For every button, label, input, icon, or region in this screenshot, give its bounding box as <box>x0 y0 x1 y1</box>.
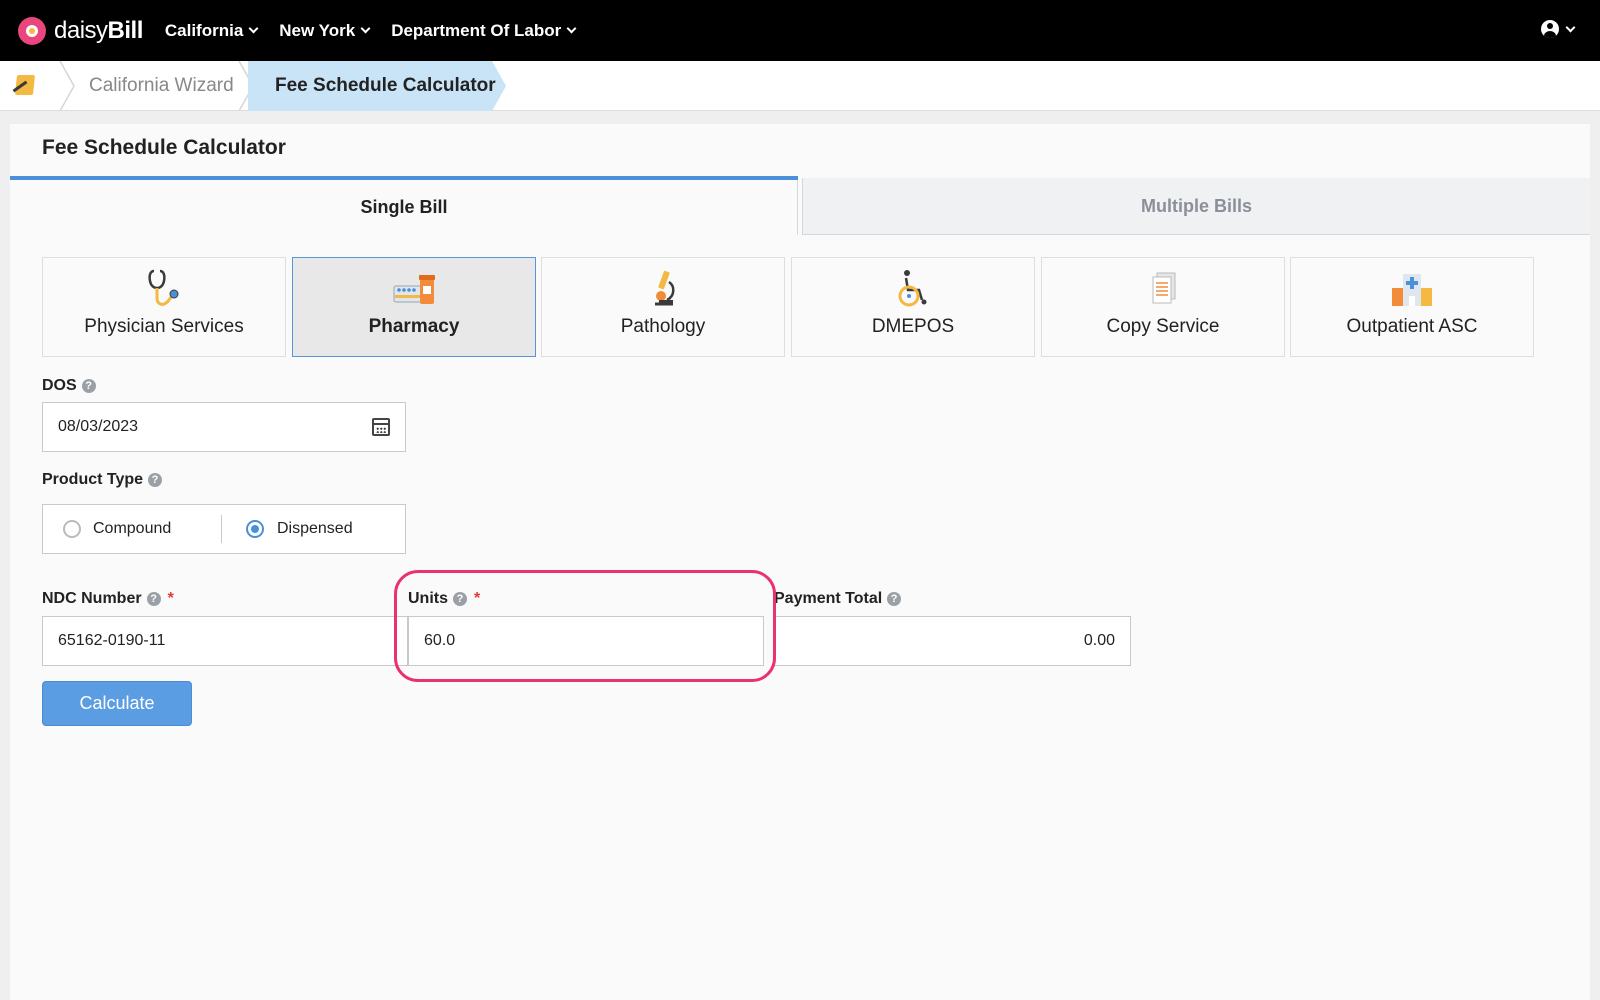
service-label: Physician Services <box>84 316 244 337</box>
tab-single-bill[interactable]: Single Bill <box>10 176 798 235</box>
service-copy-service[interactable]: Copy Service <box>1041 257 1285 357</box>
product-type-radio-group: Compound Dispensed <box>42 504 406 554</box>
service-dmepos[interactable]: DMEPOS <box>791 257 1035 357</box>
radio-divider <box>221 515 222 543</box>
top-navbar: daisyBill California New York Department… <box>0 0 1600 61</box>
units-label-text: Units <box>408 590 448 607</box>
page-title: Fee Schedule Calculator <box>42 136 286 159</box>
dos-label: DOS ? <box>42 377 96 395</box>
radio-compound[interactable] <box>63 520 81 538</box>
service-label: Pathology <box>620 316 706 337</box>
payment-total-value: 0.00 <box>1083 632 1115 649</box>
units-value: 60.0 <box>424 632 456 649</box>
help-icon[interactable]: ? <box>887 592 902 606</box>
daisy-logo-icon <box>18 16 46 45</box>
service-label: Pharmacy <box>368 316 460 337</box>
help-icon[interactable]: ? <box>81 379 96 393</box>
calculator-card: Fee Schedule Calculator Single Bill Mult… <box>10 124 1590 1000</box>
home-notepad-icon[interactable] <box>10 73 36 97</box>
service-label: Copy Service <box>1106 316 1220 337</box>
document-icon <box>1152 272 1176 304</box>
help-icon[interactable]: ? <box>453 592 467 606</box>
radio-compound-label[interactable]: Compound <box>93 520 171 538</box>
user-menu[interactable] <box>1541 20 1576 38</box>
chevron-down-icon <box>1565 22 1576 32</box>
help-icon[interactable]: ? <box>146 592 161 606</box>
dos-value: 08/03/2023 <box>58 418 139 435</box>
chevron-down-icon <box>566 23 577 34</box>
help-icon[interactable]: ? <box>148 473 163 487</box>
user-avatar-icon <box>1541 20 1559 38</box>
breadcrumb-california-wizard[interactable]: California Wizard <box>89 61 234 111</box>
nav-department-of-labor[interactable]: Department Of Labor <box>391 21 577 41</box>
calculate-button[interactable]: Calculate <box>42 681 192 726</box>
chevron-down-icon <box>248 23 259 34</box>
breadcrumb: California Wizard Fee Schedule Calculato… <box>0 61 1600 111</box>
payment-total-label: Payment Total ? <box>774 590 902 608</box>
service-label: DMEPOS <box>871 316 955 337</box>
ndc-value: 65162-0190-11 <box>58 632 166 649</box>
payment-total-label-text: Payment Total <box>774 590 883 607</box>
radio-dispensed-label[interactable]: Dispensed <box>277 520 353 538</box>
service-pharmacy[interactable]: Pharmacy <box>292 257 536 357</box>
dos-label-text: DOS <box>42 377 77 394</box>
product-type-label-text: Product Type <box>42 471 144 488</box>
ndc-number-label: NDC Number ? * <box>42 590 174 608</box>
pills-icon <box>393 275 435 304</box>
stethoscope-icon <box>148 269 179 306</box>
radio-dispensed[interactable] <box>246 520 264 538</box>
units-input[interactable]: 60.0 <box>408 616 764 666</box>
nav-california[interactable]: California <box>165 21 259 41</box>
dos-date-input[interactable]: 08/03/2023 <box>42 402 406 452</box>
required-marker: * <box>474 590 481 607</box>
nav-new-york[interactable]: New York <box>279 21 371 41</box>
required-marker: * <box>167 590 174 607</box>
payment-total-output: 0.00 <box>774 616 1131 666</box>
product-type-label: Product Type ? <box>42 471 163 489</box>
ndc-label-text: NDC Number <box>42 590 142 607</box>
daisybill-logo[interactable]: daisyBill <box>18 16 143 45</box>
service-physician-services[interactable]: Physician Services <box>42 257 286 357</box>
tab-divider <box>797 180 798 235</box>
service-pathology[interactable]: Pathology <box>541 257 785 357</box>
calendar-icon[interactable] <box>372 418 390 436</box>
hospital-icon <box>1392 274 1432 306</box>
chevron-down-icon <box>360 23 371 34</box>
tab-multiple-bills[interactable]: Multiple Bills <box>802 178 1590 235</box>
breadcrumb-fee-schedule-calculator[interactable]: Fee Schedule Calculator <box>275 61 496 111</box>
ndc-number-input[interactable]: 65162-0190-11 <box>42 616 408 666</box>
wheelchair-icon <box>898 270 927 307</box>
service-label: Outpatient ASC <box>1346 316 1478 337</box>
microscope-icon <box>655 270 675 306</box>
units-label: Units ? * <box>408 590 480 608</box>
service-outpatient-asc[interactable]: Outpatient ASC <box>1290 257 1534 357</box>
page-gutter <box>1590 124 1600 1000</box>
breadcrumb-separator <box>59 61 75 111</box>
brand-name: daisyBill <box>54 16 143 44</box>
